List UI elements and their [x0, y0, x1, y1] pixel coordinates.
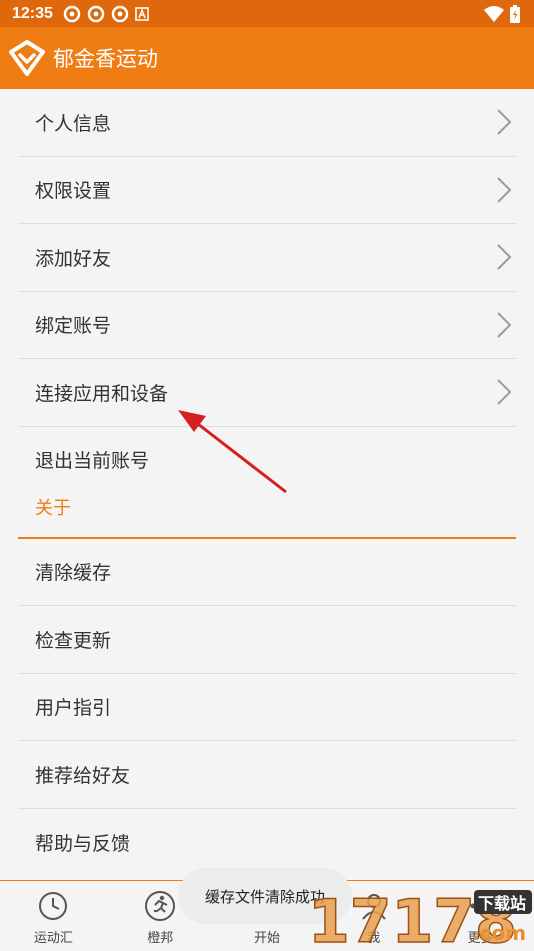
menu-item-permissions[interactable]: 权限设置	[18, 157, 516, 224]
runner-icon	[145, 891, 176, 921]
menu-item-label: 帮助与反馈	[35, 832, 131, 855]
menu-item-connect-apps-devices[interactable]: 连接应用和设备	[18, 359, 516, 427]
menu-item-logout[interactable]: 退出当前账号	[18, 427, 516, 493]
settings-menu: 个人信息 权限设置 添加好友 绑定账号 连接应用和设备 退出当前账号 关于 清除…	[0, 89, 534, 876]
menu-item-label: 清除缓存	[35, 562, 112, 585]
battery-icon	[510, 4, 520, 23]
menu-item-personal-info[interactable]: 个人信息	[18, 89, 516, 157]
menu-item-label: 检查更新	[35, 629, 112, 652]
tab-label: 橙邦	[147, 931, 174, 946]
chevron-right-icon	[497, 177, 512, 203]
menu-item-label: 权限设置	[35, 180, 112, 203]
tab-sports-feed[interactable]: 运动汇	[0, 881, 107, 951]
menu-item-add-friends[interactable]: 添加好友	[18, 224, 516, 292]
chevron-right-icon	[497, 312, 512, 338]
chevron-right-icon	[497, 379, 512, 405]
watermark-domain: .com	[472, 921, 526, 945]
menu-item-label: 推荐给好友	[35, 764, 131, 787]
app-title: 郁金香运动	[53, 47, 158, 71]
menu-item-label: 退出当前账号	[35, 450, 150, 472]
menu-item-label: 个人信息	[35, 112, 112, 135]
menu-item-check-update[interactable]: 检查更新	[18, 606, 516, 674]
notification-icons	[63, 5, 149, 23]
tab-label: 运动汇	[33, 931, 73, 946]
menu-item-label: 绑定账号	[35, 315, 112, 338]
menu-item-help-feedback[interactable]: 帮助与反馈	[18, 809, 516, 877]
menu-item-label: 添加好友	[35, 247, 112, 270]
watermark-site: 下载站	[478, 894, 526, 913]
status-right-icons	[484, 4, 520, 23]
menu-item-clear-cache[interactable]: 清除缓存	[18, 539, 516, 606]
section-heading-label: 关于	[35, 497, 71, 519]
menu-item-bind-account[interactable]: 绑定账号	[18, 292, 516, 359]
menu-item-label: 用户指引	[35, 697, 112, 720]
section-heading-about: 关于	[18, 493, 516, 539]
tab-label: 开始	[253, 931, 280, 946]
status-time: 12:35	[12, 4, 53, 22]
notification-app-icon	[63, 5, 81, 22]
status-bar: 12:35	[0, 0, 534, 27]
wifi-icon	[484, 5, 504, 22]
menu-item-recommend-friends[interactable]: 推荐给好友	[18, 741, 516, 809]
notification-app-icon	[111, 5, 129, 22]
chevron-right-icon	[497, 109, 512, 135]
clock-icon	[39, 892, 68, 920]
menu-item-user-guide[interactable]: 用户指引	[18, 674, 516, 741]
chevron-right-icon	[497, 244, 512, 270]
watermark-logo: 17178 下载站 .com	[307, 886, 532, 950]
menu-item-label: 连接应用和设备	[35, 382, 169, 405]
notification-app-icon	[87, 5, 105, 22]
app-bar: 郁金香运动	[0, 27, 534, 89]
app-logo-icon	[9, 40, 45, 76]
a-icon	[135, 6, 149, 21]
